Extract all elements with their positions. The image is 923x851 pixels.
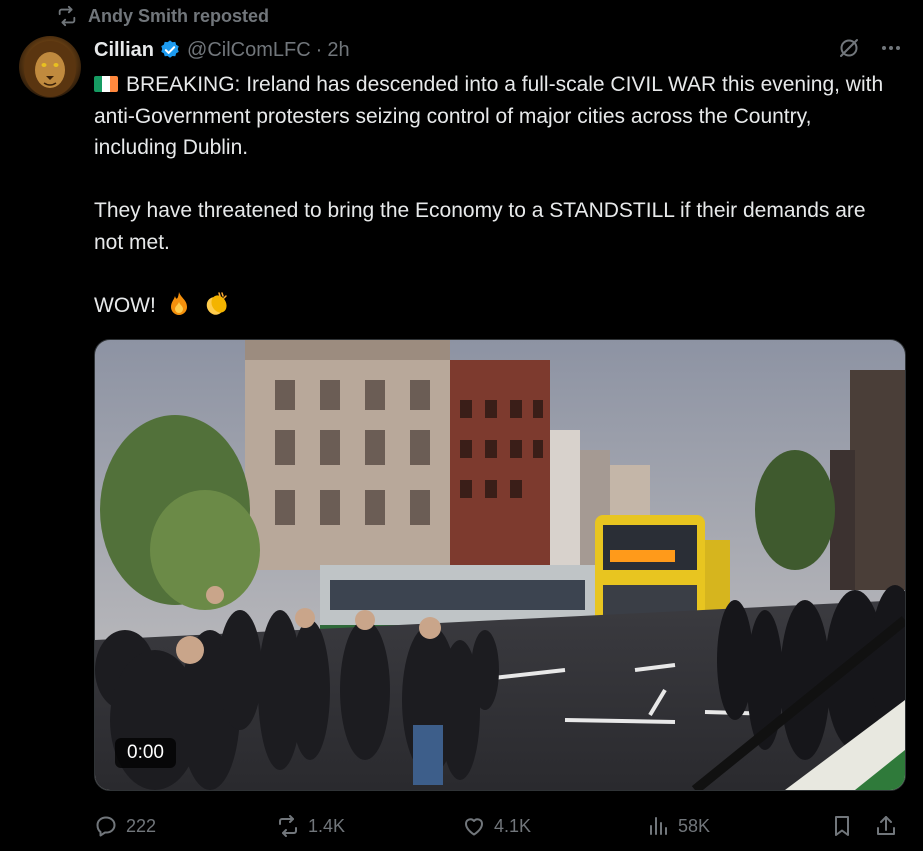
video-timestamp: 0:00 bbox=[115, 738, 176, 768]
views-button[interactable]: 58K bbox=[646, 808, 710, 844]
avatar[interactable] bbox=[19, 36, 81, 98]
repost-count: 1.4K bbox=[308, 815, 346, 836]
share-button[interactable] bbox=[874, 808, 898, 844]
views-count: 58K bbox=[678, 815, 711, 836]
fire-emoji-icon bbox=[170, 291, 187, 315]
separator-dot: · bbox=[315, 38, 323, 61]
tweet-paragraph-1-text: BREAKING: Ireland has descended into a f… bbox=[94, 73, 884, 159]
clapping-hands-emoji-icon bbox=[206, 291, 227, 315]
heart-icon bbox=[465, 818, 483, 836]
video-thumbnail bbox=[95, 340, 905, 790]
lion-avatar bbox=[24, 41, 76, 97]
repost-action-icon bbox=[279, 815, 297, 837]
share-icon bbox=[877, 816, 895, 835]
repost-text: Andy Smith reposted bbox=[88, 5, 270, 26]
tweet-header: Cillian @CilComLFC · 2h bbox=[94, 36, 903, 64]
tweet-paragraph-1: BREAKING: Ireland has descended into a f… bbox=[94, 69, 894, 164]
bookmark-button[interactable] bbox=[830, 808, 854, 844]
grok-icon[interactable] bbox=[837, 36, 861, 60]
author-handle[interactable]: @CilComLFC bbox=[187, 39, 311, 62]
like-count: 4.1K bbox=[494, 815, 532, 836]
video-player[interactable]: 0:00 bbox=[94, 339, 906, 791]
more-options-icon[interactable] bbox=[879, 36, 903, 60]
ireland-flag-icon bbox=[94, 76, 118, 92]
reply-button[interactable]: 222 bbox=[94, 808, 156, 844]
tweet-text: BREAKING: Ireland has descended into a f… bbox=[94, 69, 894, 321]
bookmark-icon bbox=[835, 816, 849, 836]
repost-button[interactable]: 1.4K bbox=[276, 808, 345, 844]
post-time[interactable]: 2h bbox=[327, 39, 349, 62]
tweet-paragraph-3-text: WOW! bbox=[94, 293, 156, 317]
reply-count: 222 bbox=[126, 815, 157, 836]
views-chart-icon bbox=[650, 817, 667, 835]
repost-icon bbox=[58, 5, 76, 27]
repost-indicator[interactable]: Andy Smith reposted bbox=[56, 4, 269, 28]
action-bar: 222 1.4K 4.1K 58K bbox=[94, 808, 906, 844]
tweet-paragraph-2: They have threatened to bring the Econom… bbox=[94, 199, 866, 254]
reply-icon bbox=[96, 816, 116, 837]
like-button[interactable]: 4.1K bbox=[462, 808, 531, 844]
verified-badge-icon[interactable] bbox=[159, 39, 181, 61]
tweet-paragraph-3: WOW! bbox=[94, 290, 894, 322]
author-name[interactable]: Cillian bbox=[94, 39, 154, 62]
